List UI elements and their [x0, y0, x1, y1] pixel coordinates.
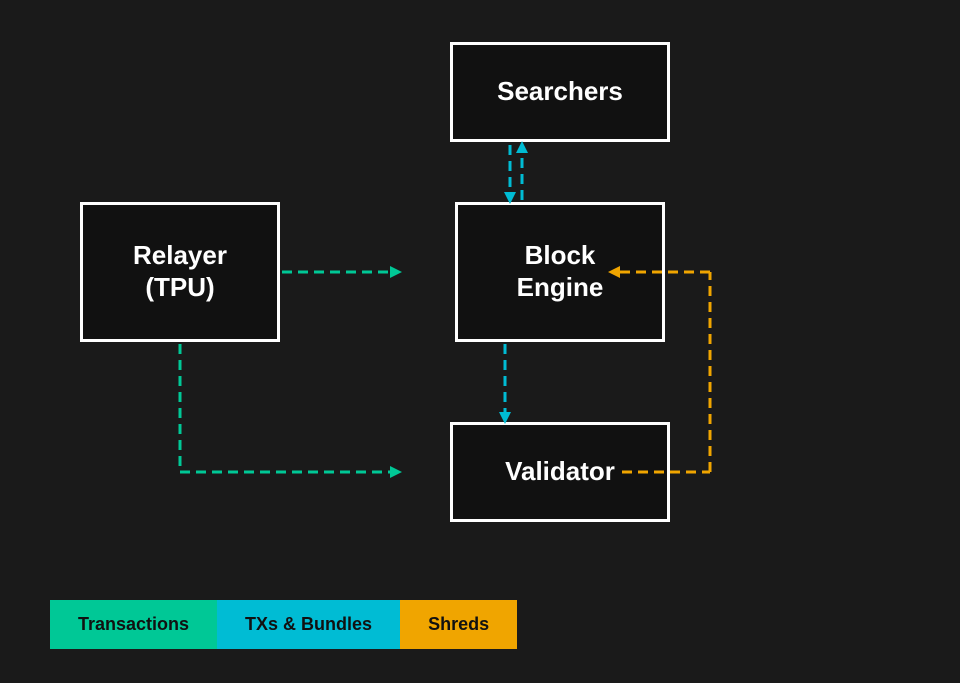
legend-shreds: Shreds	[400, 600, 517, 649]
validator-box: Validator	[450, 422, 670, 522]
legend-transactions: Transactions	[50, 600, 217, 649]
searchers-label: Searchers	[497, 76, 623, 107]
relayer-box: Relayer(TPU)	[80, 202, 280, 342]
validator-label: Validator	[505, 456, 615, 487]
relayer-label: Relayer(TPU)	[133, 240, 227, 302]
legend-bundles-label: TXs & Bundles	[245, 614, 372, 635]
searchers-box: Searchers	[450, 42, 670, 142]
block-engine-box: BlockEngine	[455, 202, 665, 342]
legend-shreds-label: Shreds	[428, 614, 489, 635]
diagram-area: Searchers Relayer(TPU) BlockEngine Valid…	[50, 22, 910, 582]
diagram-container: Searchers Relayer(TPU) BlockEngine Valid…	[30, 22, 930, 662]
block-engine-label: BlockEngine	[517, 240, 604, 302]
legend: Transactions TXs & Bundles Shreds	[50, 600, 517, 649]
legend-bundles: TXs & Bundles	[217, 600, 400, 649]
legend-transactions-label: Transactions	[78, 614, 189, 635]
